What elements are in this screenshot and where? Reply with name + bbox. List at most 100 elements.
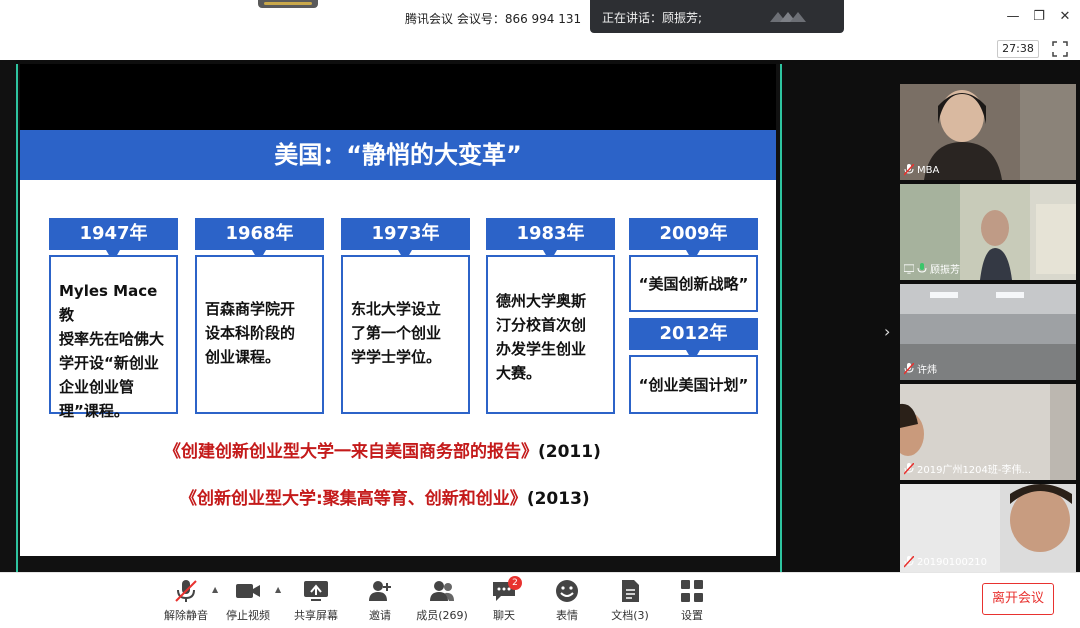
- video-tile-student[interactable]: 20190100210: [900, 484, 1076, 572]
- members-button[interactable]: 成员(269): [412, 579, 472, 627]
- video-tile-mba[interactable]: MBA: [900, 84, 1076, 180]
- video-panel: MBA 顾振芳 许炜 2019广州1204班-李伟... 20190100210: [900, 84, 1080, 572]
- emoji-label: 表情: [556, 609, 578, 622]
- year-1973: 1973年: [341, 218, 470, 250]
- participant-label: MBA: [904, 164, 939, 176]
- mic-muted-icon: [904, 556, 914, 568]
- desc-1973: 东北大学设立 了第一个创业 学学士学位。: [341, 255, 470, 414]
- documents-label: 文档(3): [611, 609, 649, 622]
- close-button[interactable]: ✕: [1056, 8, 1074, 26]
- settings-button[interactable]: 设置: [662, 579, 722, 627]
- add-user-icon: [369, 581, 391, 601]
- meeting-timer: 27:38: [997, 40, 1039, 58]
- desc-2012: “创业美国计划”: [629, 355, 758, 414]
- settings-label: 设置: [681, 609, 703, 622]
- year-1983: 1983年: [486, 218, 615, 250]
- desc-line: 百森商学院开: [205, 300, 296, 318]
- mic-muted-icon: [904, 362, 914, 375]
- screen-share-icon: [904, 263, 914, 274]
- restore-button[interactable]: ❐: [1030, 8, 1048, 26]
- participant-label: 许炜: [904, 361, 937, 376]
- unmute-button[interactable]: 解除静音: [156, 579, 216, 627]
- speaking-banner: 正在讲话：顾振芳;: [590, 0, 844, 33]
- desc-line: 理”课程。: [59, 402, 129, 420]
- reference-2013: 《创新创业型大学:聚集高等育、创新和创业》(2013): [180, 484, 590, 509]
- emoji-button[interactable]: 表情: [537, 579, 597, 627]
- mic-icon: [917, 262, 927, 273]
- mic-muted-icon: [904, 462, 914, 475]
- reference-year: (2011): [538, 442, 601, 462]
- left-edge: [0, 60, 16, 572]
- reference-2011: 《创建创新创业型大学一来自美国商务部的报告》(2011): [164, 437, 601, 462]
- participant-label: 2019广州1204班-李伟...: [904, 461, 1031, 476]
- desc-line: 学学士学位。: [351, 348, 442, 366]
- leave-meeting-button[interactable]: 离开会议: [982, 583, 1054, 615]
- title-bar: 腾讯会议 会议号：866 994 131 正在讲话：顾振芳; — ❐ ✕: [0, 0, 1080, 36]
- slide-title: 美国：“静悄的大变革”: [274, 141, 522, 169]
- desc-1947: Myles Mace教 授率先在哈佛大 学开设“新创业 企业创业管 理”课程。: [49, 255, 178, 420]
- slide-header: 美国：“静悄的大变革”: [20, 130, 776, 180]
- chat-button[interactable]: 2 聊天: [474, 576, 534, 627]
- meeting-window: 腾讯会议 会议号：866 994 131 正在讲话：顾振芳; — ❐ ✕ 27:…: [0, 0, 1080, 628]
- unmute-label: 解除静音: [164, 609, 208, 622]
- speaking-indicator: 正在讲话：顾振芳;: [602, 11, 703, 25]
- participant-label: 顾振芳: [904, 261, 960, 276]
- documents-button[interactable]: 文档(3): [600, 579, 660, 627]
- members-icon: [430, 581, 454, 601]
- stop-video-button[interactable]: 停止视频: [218, 579, 278, 627]
- desc-2009: “美国创新战略”: [629, 255, 758, 312]
- reference-title: 《创新创业型大学:聚集高等育、创新和创业》: [180, 489, 527, 509]
- caret-up-icon[interactable]: ▲: [275, 585, 281, 594]
- participant-name: MBA: [917, 164, 940, 176]
- bottom-toolbar: 解除静音 ▲ 停止视频 ▲ 共享屏幕 邀请 成员(269) 2 聊天 表情 文档…: [0, 572, 1080, 628]
- desc-line: “美国创新战略”: [638, 274, 749, 293]
- meeting-title: 腾讯会议 会议号：866 994 131: [405, 12, 582, 26]
- desc-line: 大赛。: [496, 364, 542, 382]
- desc-line: 办发学生创业: [496, 340, 587, 358]
- desc-line: 东北大学设立: [351, 300, 442, 318]
- share-screen-button[interactable]: 共享屏幕: [286, 579, 346, 627]
- desc-line: Myles Mace教: [59, 282, 158, 324]
- mic-muted-icon: [904, 164, 914, 176]
- video-tile-guzhenfang[interactable]: 顾振芳: [900, 184, 1076, 280]
- video-tile-liwei[interactable]: 2019广州1204班-李伟...: [900, 384, 1076, 480]
- desc-line: “创业美国计划”: [638, 375, 749, 394]
- video-camera-icon: [236, 584, 260, 598]
- year-1947: 1947年: [49, 218, 178, 250]
- fullscreen-icon[interactable]: [1051, 40, 1069, 58]
- invite-button[interactable]: 邀请: [350, 579, 410, 627]
- minimize-button[interactable]: —: [1004, 8, 1022, 26]
- camera-notch: [258, 0, 318, 8]
- participant-name: 20190100210: [917, 556, 987, 568]
- reference-year: (2013): [526, 489, 590, 509]
- video-tile-xuwei[interactable]: 许炜: [900, 284, 1076, 380]
- desc-line: 授率先在哈佛大: [59, 330, 165, 348]
- year-2012: 2012年: [629, 318, 758, 350]
- tencent-meeting-logo-icon: [770, 12, 806, 22]
- participant-name: 2019广州1204班-李伟...: [917, 465, 1032, 476]
- chat-badge: 2: [508, 576, 522, 590]
- desc-line: 创业课程。: [205, 348, 281, 366]
- mic-muted-icon: [175, 580, 197, 602]
- desc-1983: 德州大学奥斯 汀分校首次创 办发学生创业 大赛。: [486, 255, 615, 414]
- desc-1968: 百森商学院开 设本科阶段的 创业课程。: [195, 255, 324, 414]
- document-icon: [622, 580, 639, 602]
- share-screen-label: 共享屏幕: [294, 609, 338, 622]
- year-1968: 1968年: [195, 218, 324, 250]
- desc-line: 企业创业管: [59, 378, 135, 396]
- reference-title: 《创建创新创业型大学一来自美国商务部的报告》: [164, 442, 538, 462]
- desc-line: 德州大学奥斯: [496, 292, 587, 310]
- desc-line: 汀分校首次创: [496, 316, 587, 334]
- share-screen-icon: [304, 581, 328, 601]
- desc-line: 学开设“新创业: [59, 354, 159, 372]
- members-label: 成员(269): [416, 609, 468, 622]
- desc-line: 设本科阶段的: [205, 324, 296, 342]
- slide-bottom-band: [20, 556, 776, 572]
- desc-line: 了第一个创业: [351, 324, 442, 342]
- participant-name: 许炜: [917, 365, 937, 376]
- participant-label: 20190100210: [904, 556, 987, 568]
- slide-top-black-band: [20, 64, 776, 130]
- chevron-right-icon[interactable]: ›: [884, 322, 896, 341]
- stop-video-label: 停止视频: [226, 609, 270, 622]
- emoji-icon: [556, 580, 578, 602]
